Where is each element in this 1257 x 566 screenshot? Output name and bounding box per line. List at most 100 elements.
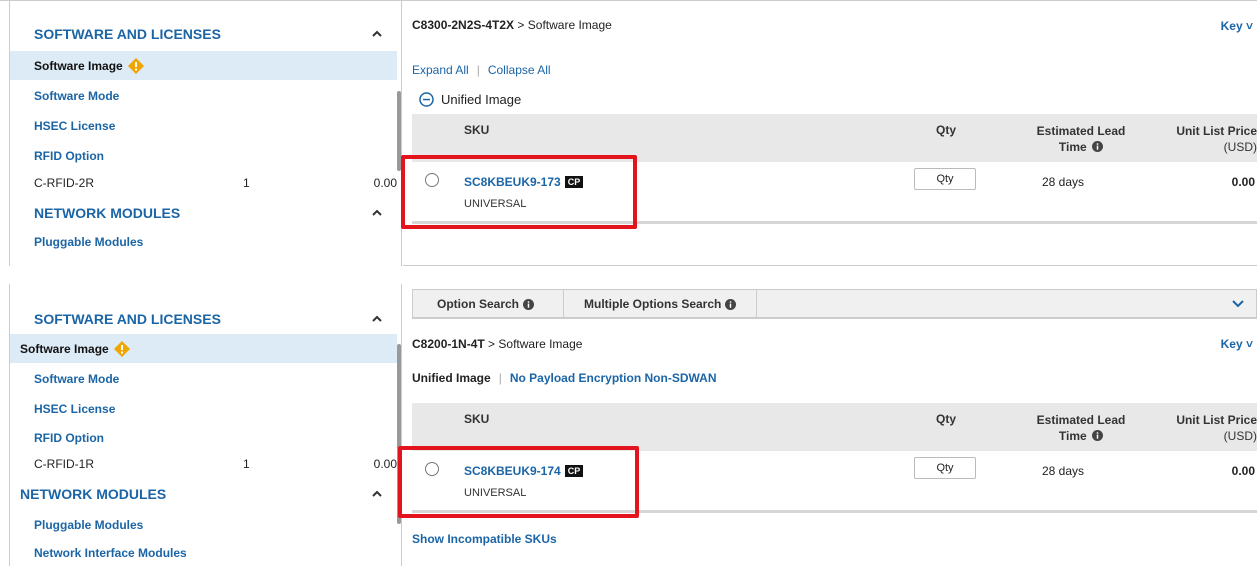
col-lead-time-label: Estimated Lead Time [1036,124,1126,154]
tab-label: Option Search [437,297,520,311]
option-name: C-RFID-1R [34,457,94,471]
sidebar-item-rfid-option[interactable]: RFID Option [10,141,397,170]
col-price-line2: (USD) [1223,140,1257,154]
lead-time-value: 28 days [1042,464,1085,478]
sidebar-item-network-interface-modules[interactable]: Network Interface Modules [10,538,397,566]
unit-price-value: 0.00 [1231,175,1255,189]
chevron-up-icon [372,209,382,216]
options-sidebar: SOFTWARE AND LICENSES Software Image Sof… [9,284,402,566]
info-icon[interactable] [523,298,535,310]
chevron-up-icon [372,30,382,37]
section-title: NETWORK MODULES [20,486,167,502]
highlight-box [401,155,637,229]
chevron-down-icon[interactable] [1232,299,1244,309]
sidebar-item-label: Software Image [34,58,123,73]
breadcrumb: C8300-2N2S-4T2X > Software Image [412,18,612,32]
sidebar-item-software-image[interactable]: Software Image [10,51,397,80]
option-qty: 1 [243,457,250,471]
option-price: 0.00 [373,457,397,471]
sidebar-item-pluggable-modules[interactable]: Pluggable Modules [10,510,397,539]
bottom-panel: SOFTWARE AND LICENSES Software Image Sof… [0,284,1257,566]
col-price-line2: (USD) [1223,429,1257,443]
sidebar-item-label: Software Mode [34,88,120,103]
breadcrumb-model: C8200-1N-4T [412,337,485,351]
col-qty: Qty [936,123,957,137]
info-icon[interactable] [725,298,737,310]
qty-input[interactable]: Qty [914,168,976,190]
col-unit-price: Unit List Price (USD) [1176,123,1257,155]
expand-all-link[interactable]: Expand All [412,63,469,77]
section-header-network-modules[interactable]: NETWORK MODULES [10,198,401,228]
section-title: SOFTWARE AND LICENSES [34,26,221,42]
chevron-up-icon [372,490,382,497]
sidebar-item-label: RFID Option [34,148,104,163]
group-label: Unified Image [441,92,522,107]
selected-option-row: C-RFID-2R 1 0.00 [10,169,397,197]
sidebar-item-software-mode[interactable]: Software Mode [10,364,397,393]
table-header: SKU Qty Estimated Lead Time Unit List Pr… [412,403,1257,451]
option-search-tabs: Option Search Multiple Options Search [412,289,1257,319]
sidebar-item-label: HSEC License [34,118,116,133]
breadcrumb-page: Software Image [527,18,612,32]
sidebar-item-label: Network Interface Modules [34,545,187,560]
sidebar-item-hsec-license[interactable]: HSEC License [10,111,397,140]
selected-option-row: C-RFID-1R 1 0.00 [10,450,397,478]
section-header-network-modules[interactable]: NETWORK MODULES [10,479,401,509]
sidebar-item-rfid-option[interactable]: RFID Option [10,423,397,452]
col-price-line1: Unit List Price [1176,413,1257,427]
sidebar-item-hsec-license[interactable]: HSEC License [10,394,397,423]
filter-link-no-payload[interactable]: No Payload Encryption Non-SDWAN [510,371,717,385]
panel-divider [403,265,1257,266]
unit-price-value: 0.00 [1231,464,1255,478]
col-lead-time-label: Estimated Lead Time [1036,413,1126,443]
chevron-up-icon [372,315,382,322]
warning-icon [127,57,144,74]
section-header-software-licenses[interactable]: SOFTWARE AND LICENSES [10,304,401,334]
key-label: Key [1220,337,1243,351]
sidebar-item-software-mode[interactable]: Software Mode [10,81,397,110]
option-name: C-RFID-2R [34,176,94,190]
lead-time-value: 28 days [1042,175,1085,189]
sidebar-item-label: RFID Option [34,430,104,445]
sidebar-item-pluggable-modules[interactable]: Pluggable Modules [10,227,397,256]
sidebar-item-label: Pluggable Modules [34,517,144,532]
info-icon[interactable] [1092,141,1104,152]
breadcrumb-page: Software Image [498,337,583,351]
section-title: SOFTWARE AND LICENSES [34,311,221,327]
breadcrumb: C8200-1N-4T > Software Image [412,337,582,351]
col-sku: SKU [464,412,490,426]
expand-collapse-links: Expand All | Collapse All [412,63,551,77]
col-unit-price: Unit List Price (USD) [1176,412,1257,444]
col-price-line1: Unit List Price [1176,124,1257,138]
tab-divider [563,290,564,318]
key-dropdown[interactable]: Key ˅ [1221,19,1253,33]
sidebar-item-label: Software Image [20,341,109,356]
col-lead-time: Estimated Lead Time [1026,412,1136,444]
tab-multiple-options-search[interactable]: Multiple Options Search [584,290,737,318]
warning-icon [113,340,130,357]
col-sku: SKU [464,123,490,137]
tab-label: Multiple Options Search [584,297,722,311]
filter-active[interactable]: Unified Image [412,371,491,385]
sidebar-item-label: Software Mode [34,371,120,386]
sidebar-item-software-image[interactable]: Software Image [10,334,397,363]
info-icon[interactable] [1092,430,1104,441]
qty-input[interactable]: Qty [914,457,976,479]
highlight-box [398,446,639,518]
show-incompatible-skus-link[interactable]: Show Incompatible SKUs [412,532,557,546]
tab-divider [756,290,757,318]
section-title: NETWORK MODULES [34,205,181,221]
key-dropdown[interactable]: Key ˅ [1221,337,1253,351]
section-header-software-licenses[interactable]: SOFTWARE AND LICENSES [10,19,401,49]
breadcrumb-separator: > [517,18,525,32]
breadcrumb-separator: > [488,337,496,351]
tab-option-search[interactable]: Option Search [437,290,535,318]
key-label: Key [1220,19,1243,33]
breadcrumb-model: C8300-2N2S-4T2X [412,18,515,32]
filter-links: Unified Image | No Payload Encryption Non-… [412,371,717,385]
option-price: 0.00 [373,176,397,190]
option-qty: 1 [243,176,250,190]
col-lead-time: Estimated Lead Time [1026,123,1136,155]
unified-image-group[interactable]: Unified Image [419,92,521,107]
collapse-all-link[interactable]: Collapse All [488,63,551,77]
